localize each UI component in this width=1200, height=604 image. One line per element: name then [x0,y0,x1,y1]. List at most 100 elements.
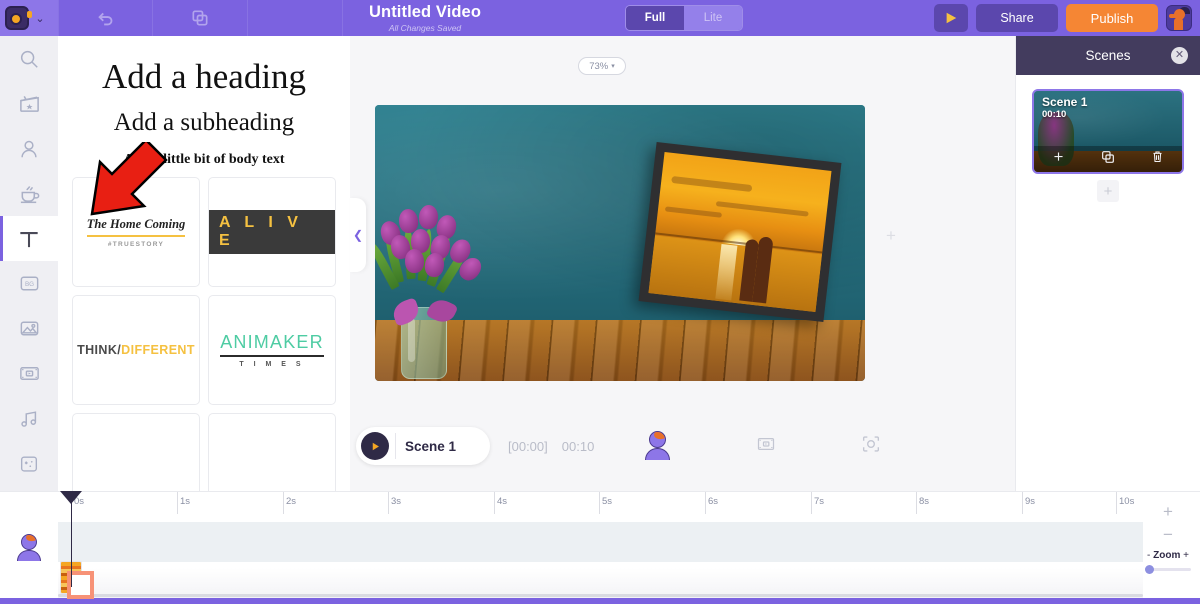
header-tool-3[interactable] [248,0,343,36]
zoom-slider-thumb[interactable] [1145,565,1154,574]
sidebar-item-effects[interactable] [0,441,58,486]
duplicate-icon[interactable] [1100,149,1116,170]
chevron-down-icon: ▾ [611,62,615,70]
bg-icon: BG [18,272,41,295]
duplicate-icon [190,8,210,28]
animaker-bot-logo-icon[interactable] [5,6,29,30]
track-head [21,534,37,550]
text-t-icon [16,226,42,252]
avatar[interactable] [1166,5,1192,31]
sunset-photo [649,152,832,312]
zoom-label-minus: - [1147,550,1150,561]
text-template-think-different[interactable]: THINK/DIFFERENT [72,295,200,405]
timeline: 0s 1s 2s 3s 4s 5s 6s 7s 8s 9s 10s + − - [0,491,1200,604]
sidebar-item-text[interactable] [0,216,58,261]
card-title-part1: THINK/ [77,343,121,357]
text-template-row3-left[interactable] [72,413,200,491]
duplicate-button[interactable] [153,0,248,36]
mode-toggle[interactable]: Full Lite [625,5,743,31]
sidebar-item-props[interactable] [0,171,58,216]
scenes-panel-title: Scenes [1085,48,1130,63]
text-template-alive[interactable]: A L I V E [208,177,336,287]
sidebar-item-music[interactable] [0,396,58,441]
header-actions: Share Publish [934,4,1192,32]
scene-selector[interactable]: Scene 1 [356,427,490,465]
play-icon [944,11,958,25]
ruler-tick: 9s [1025,496,1035,507]
undo-button[interactable] [58,0,153,36]
stage-area: 73% ▾ [350,36,1015,491]
card-title: The Home Coming [87,217,186,237]
search-icon [18,48,40,70]
playhead-icon[interactable] [71,491,72,587]
camera-focus-icon[interactable] [860,433,882,460]
plus-icon[interactable] [1051,149,1066,169]
ruler-tick: 10s [1119,496,1134,507]
add-plus-icon[interactable]: + [886,226,896,246]
character-track-icon[interactable] [15,534,43,562]
sidebar-item-bg[interactable]: BG [0,261,58,306]
card-tag: #TRUESTORY [87,241,186,248]
sidebar-item-video[interactable] [0,81,58,126]
text-template-grid: The Home Coming #TRUESTORY A L I V E THI… [58,177,350,491]
transition-film-icon[interactable] [756,434,776,459]
zoom-slider-label: - Zoom + [1147,550,1189,561]
collapse-panel-button[interactable]: ❮ [350,198,366,272]
timeline-ruler[interactable]: 0s 1s 2s 3s 4s 5s 6s 7s 8s 9s 10s [58,492,1143,514]
ruler-tick: 8s [919,496,929,507]
preview-body-text[interactable]: Add a little bit of body text [72,152,336,168]
scene-thumbnail-label: Scene 1 [1042,95,1087,109]
canvas-wooden-floor [375,320,865,381]
ribbon-bow [393,299,455,329]
publish-button[interactable]: Publish [1066,4,1158,32]
effects-icon [18,453,40,475]
video-canvas[interactable] [375,105,865,381]
chevron-down-icon[interactable]: ⌄ [35,12,44,25]
ruler-tick: 2s [286,496,296,507]
framed-sunset-photo[interactable] [639,142,842,322]
document-title-block: Untitled Video All Changes Saved [369,4,481,32]
close-icon[interactable]: ✕ [1171,47,1188,64]
play-glyph [370,441,381,452]
ruler-tick: 1s [180,496,190,507]
canvas-zoom-selector[interactable]: 73% ▾ [578,57,626,75]
music-note-icon [18,408,40,430]
preview-play-button[interactable] [934,4,968,32]
timeline-track-header [0,514,58,582]
scene-thumbnail-duration: 00:10 [1042,109,1066,120]
character-icon[interactable] [644,431,672,461]
zoom-level-value: 73% [589,61,608,72]
page-title: Untitled Video [369,4,481,21]
preview-subheading[interactable]: Add a subheading [72,109,336,137]
zoom-slider[interactable] [1145,568,1191,571]
film-strip-icon [18,362,41,385]
chevron-left-icon: ❮ [353,228,363,242]
sidebar-item-search[interactable] [0,36,58,81]
scene-play-icon[interactable] [361,432,389,460]
current-time: [00:00] [508,439,548,454]
scenes-panel-header: Scenes ✕ [1016,36,1200,75]
zoom-in-button[interactable]: + [1158,502,1178,522]
text-template-the-home-coming[interactable]: The Home Coming #TRUESTORY [72,177,200,287]
zoom-out-button[interactable]: − [1158,525,1178,545]
sidebar-item-image[interactable] [0,306,58,351]
character-head [649,431,666,448]
sidebar-item-character[interactable] [0,126,58,171]
text-template-row3-right[interactable] [208,413,336,491]
mode-option-full[interactable]: Full [626,6,684,30]
trash-icon[interactable] [1150,149,1165,169]
divider [395,433,396,459]
scene-thumbnail-1[interactable]: Scene 1 00:10 [1032,89,1184,174]
avatar-body [1174,18,1183,31]
sidebar-item-clip[interactable] [0,351,58,396]
timeline-track-character[interactable] [58,522,1143,562]
mode-option-lite[interactable]: Lite [684,6,742,30]
logo-cell[interactable]: ⌄ [0,0,58,36]
preview-heading[interactable]: Add a heading [72,58,336,97]
timeline-scrollbar[interactable] [58,594,1143,597]
add-scene-plus-icon[interactable]: + [1097,180,1119,202]
scene-thumbnail-tools [1034,146,1182,172]
share-button[interactable]: Share [976,4,1058,32]
scene-control-bar: Scene 1 [00:00] 00:10 [350,416,1015,476]
text-template-animaker-times[interactable]: ANIMAKER T I M E S [208,295,336,405]
